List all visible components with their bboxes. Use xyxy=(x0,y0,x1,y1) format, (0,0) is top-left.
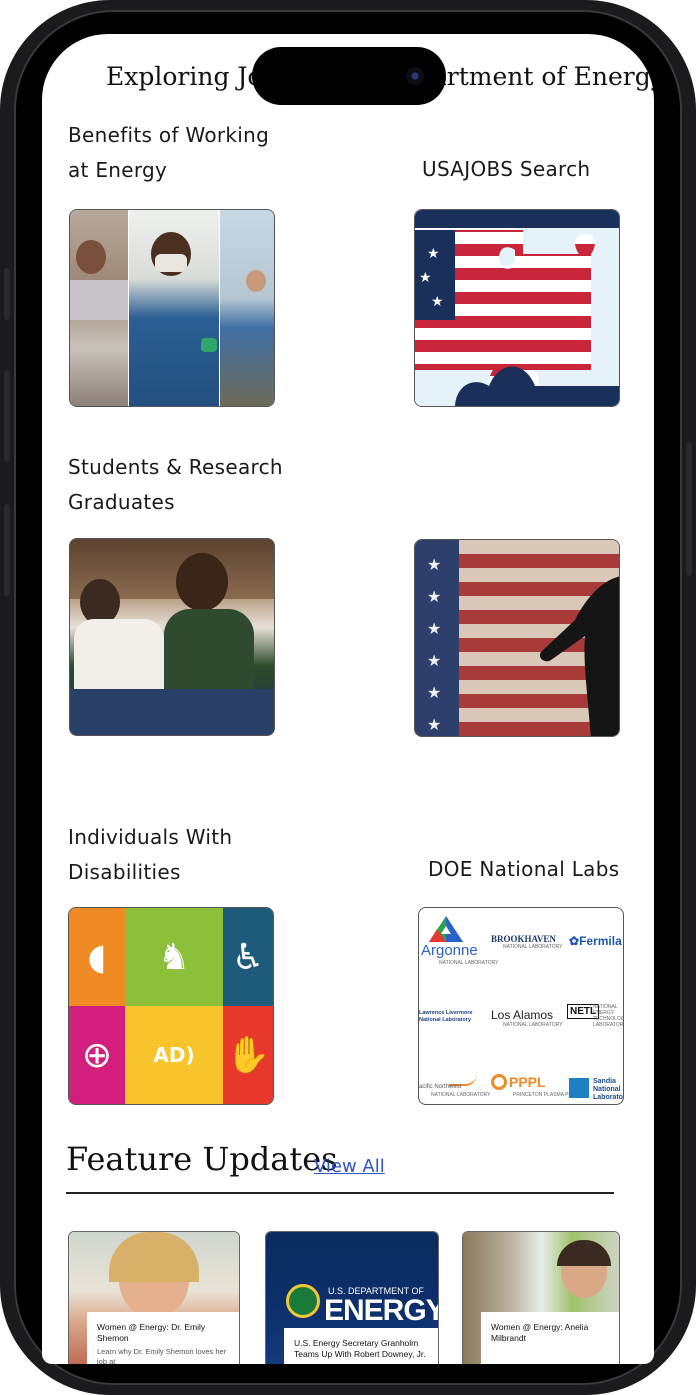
svg-text:★: ★ xyxy=(427,246,440,262)
fermilab-logo: ✿Fermila xyxy=(569,934,622,948)
glove-shape xyxy=(201,338,217,352)
category-students-title[interactable]: Students & Research Graduates xyxy=(68,450,283,520)
person-hair xyxy=(557,1240,611,1266)
magnifier-icon: ⊕ xyxy=(69,1006,125,1104)
argonne-logo-icon xyxy=(429,916,463,942)
pnnl-logo-text: acific Northwest xyxy=(419,1084,462,1090)
pppl-logo-text: PPPL xyxy=(509,1074,546,1090)
feature-divider xyxy=(66,1192,614,1194)
collage-panel-left xyxy=(70,210,128,406)
argonne-logo-text: Argonne xyxy=(421,942,478,959)
card-title: Women @ Energy: Anelia Milbrandt xyxy=(491,1322,589,1343)
category-labs-image[interactable]: Argonne NATIONAL LABORATORY BROOKHAVEN N… xyxy=(418,907,624,1105)
category-benefits-image[interactable] xyxy=(69,209,275,407)
shirt-shape xyxy=(70,280,128,320)
category-usajobs-title[interactable]: USAJOBS Search xyxy=(422,152,590,187)
phone-frame: Exploring Jobs at the Department of Ener… xyxy=(0,0,696,1395)
flag-puzzle-icon: ★ ★ ★ xyxy=(415,210,619,406)
hearing-icon: ◖ xyxy=(69,908,125,1006)
netl-logo-sub: NATIONAL ENERGY TECHNOLOGY LABORATORY xyxy=(593,1004,624,1028)
card-title: Women @ Energy: Dr. Emily Shemon xyxy=(97,1322,206,1343)
category-veterans-image[interactable]: ★ ★ ★ ★ ★ ★ xyxy=(414,539,620,737)
power-button xyxy=(686,442,692,576)
svg-text:★: ★ xyxy=(427,651,441,670)
category-labs-title[interactable]: DOE National Labs xyxy=(428,852,619,887)
category-benefits-line2: at Energy xyxy=(68,158,168,182)
front-camera-icon xyxy=(406,67,424,85)
view-all-link[interactable]: View All xyxy=(314,1156,385,1177)
svg-text:★: ★ xyxy=(419,270,432,286)
feature-card-emily-shemon[interactable]: Women @ Energy: Dr. Emily Shemon Learn w… xyxy=(68,1231,240,1364)
pnnl-logo-sub: NATIONAL LABORATORY xyxy=(431,1092,491,1098)
audio-description-icon: AD) xyxy=(125,1006,223,1104)
card-caption: U.S. Energy Secretary Granholm Teams Up … xyxy=(284,1328,438,1364)
card-caption: Women @ Energy: Dr. Emily Shemon Learn w… xyxy=(87,1312,239,1364)
guide-dog-icon: ♞ xyxy=(125,908,223,1006)
category-students-image[interactable] xyxy=(69,538,275,736)
svg-text:★: ★ xyxy=(427,683,441,702)
category-benefits-title[interactable]: Benefits of Working at Energy xyxy=(68,118,269,188)
category-disabilities-line1: Individuals With xyxy=(68,825,233,849)
category-usajobs-image[interactable]: ★ ★ ★ xyxy=(414,209,620,407)
action-button xyxy=(4,268,10,320)
collage-panel-center xyxy=(128,210,220,406)
feature-card-granholm[interactable]: U.S. DEPARTMENT OF ENERGY U.S. Energy Se… xyxy=(265,1231,439,1364)
jeans-shape xyxy=(70,689,274,735)
svg-text:★: ★ xyxy=(427,619,441,638)
volume-down-button xyxy=(4,504,10,596)
fermilab-logo-text: Fermila xyxy=(579,934,622,948)
student-shirt xyxy=(74,619,164,689)
screen: Exploring Jobs at the Department of Ener… xyxy=(42,34,654,1364)
category-students-line2: Graduates xyxy=(68,490,175,514)
card-subtitle: Learn why Dr. Emily Shemon loves her job… xyxy=(97,1347,227,1364)
los-alamos-logo-text: Los Alamos xyxy=(491,1008,554,1022)
doe-seal-icon xyxy=(286,1284,320,1318)
svg-text:★: ★ xyxy=(427,587,441,606)
sign-language-icon: ✋ xyxy=(223,1006,273,1104)
person-figure xyxy=(246,270,266,292)
category-disabilities-image[interactable]: ◖ ♞ ♿ ⊕ AD) ✋ xyxy=(68,907,274,1105)
category-disabilities-line2: Disabilities xyxy=(68,860,181,884)
feature-updates-heading: Feature Updates xyxy=(66,1140,338,1178)
face-mask-shape xyxy=(155,254,187,272)
pppl-logo-icon xyxy=(491,1074,507,1090)
card-title: U.S. Energy Secretary Granholm Teams Up … xyxy=(294,1338,426,1359)
sandia-logo-text: Sandia National Laboratori xyxy=(593,1078,623,1101)
student-sweater xyxy=(164,609,254,689)
svg-text:★: ★ xyxy=(431,294,444,310)
svg-text:★: ★ xyxy=(427,715,441,734)
argonne-logo-sub: NATIONAL LABORATORY xyxy=(439,960,499,966)
card-caption: Women @ Energy: Anelia Milbrandt xyxy=(481,1312,619,1364)
livermore-logo-text: Lawrence Livermore National Laboratory xyxy=(419,1010,473,1023)
sandia-logo-icon xyxy=(569,1078,589,1098)
brookhaven-logo-text: BROOKHAVEN xyxy=(491,934,556,944)
los-alamos-logo-sub: NATIONAL LABORATORY xyxy=(503,1022,563,1028)
wheelchair-icon: ♿ xyxy=(223,908,273,1006)
svg-text:★: ★ xyxy=(427,555,441,574)
person-hair xyxy=(109,1232,199,1282)
category-benefits-line1: Benefits of Working xyxy=(68,123,270,147)
collage-panel-right xyxy=(220,210,274,406)
person-figure xyxy=(76,240,106,274)
salute-flag-icon: ★ ★ ★ ★ ★ ★ xyxy=(415,540,619,736)
category-students-line1: Students & Research xyxy=(68,455,283,479)
feature-card-anelia-milbrandt[interactable]: Women @ Energy: Anelia Milbrandt xyxy=(462,1231,620,1364)
student-head xyxy=(176,553,228,611)
volume-up-button xyxy=(4,370,10,462)
dynamic-island xyxy=(252,47,446,105)
brookhaven-logo-sub: NATIONAL LABORATORY xyxy=(503,944,563,950)
doe-badge-main: ENERGY xyxy=(324,1294,439,1327)
category-disabilities-title[interactable]: Individuals With Disabilities xyxy=(68,820,232,890)
